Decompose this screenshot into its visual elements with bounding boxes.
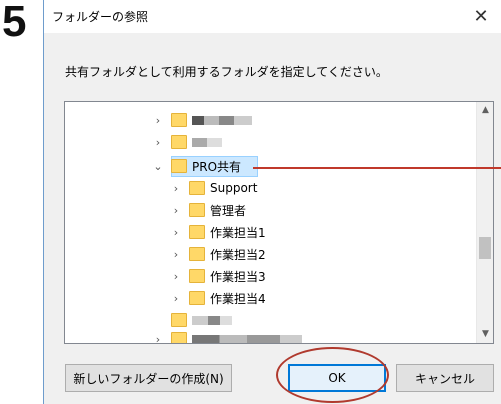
tree-item-label: 作業担当4 (210, 291, 266, 306)
chevron-right-icon[interactable]: › (169, 182, 183, 195)
chevron-right-icon[interactable]: › (169, 226, 183, 239)
chevron-right-icon[interactable]: › (151, 114, 165, 127)
annotation-highlight-circle (276, 347, 389, 403)
tree-item-label: 作業担当1 (210, 225, 266, 240)
tree-item-label: 作業担当2 (210, 247, 266, 262)
tree-item[interactable]: › Support (169, 177, 257, 199)
chevron-right-icon[interactable]: › (169, 248, 183, 261)
folder-icon (189, 181, 205, 195)
blurred-label (192, 315, 232, 325)
folder-icon (189, 225, 205, 239)
tree-item[interactable]: › 管理者 (169, 199, 246, 221)
tree-item-label: PRO共有 (192, 159, 242, 174)
tree-item[interactable]: › (151, 131, 222, 153)
folder-icon (189, 269, 205, 283)
instruction-text: 共有フォルダとして利用するフォルダを指定してください。 (65, 65, 388, 79)
chevron-right-icon[interactable]: › (169, 292, 183, 305)
folder-tree[interactable]: › › ⌄ PRO共有 › Support › 管理者 › 作業担当1 › 作業… (64, 101, 494, 344)
folder-icon (171, 332, 187, 343)
folder-icon (171, 113, 187, 127)
folder-icon (189, 247, 205, 261)
tree-item[interactable]: › (151, 109, 252, 131)
annotation-pointer-line (253, 167, 501, 169)
tree-item[interactable]: › 作業担当1 (169, 221, 266, 243)
tree-item-selected[interactable]: ⌄ PRO共有 (151, 155, 241, 177)
tree-item-label: 管理者 (210, 203, 247, 218)
folder-icon (189, 291, 205, 305)
scroll-up-icon[interactable]: ▲ (477, 102, 493, 119)
blurred-label (192, 334, 302, 343)
tree-item[interactable]: › 作業担当4 (169, 287, 266, 309)
folder-icon (189, 203, 205, 217)
tree-item[interactable]: › (151, 328, 302, 344)
chevron-right-icon[interactable]: › (169, 270, 183, 283)
blurred-label (192, 137, 222, 147)
chevron-right-icon[interactable]: › (151, 333, 165, 344)
new-folder-button[interactable]: 新しいフォルダーの作成(N) (65, 364, 232, 392)
scroll-down-icon[interactable]: ▼ (477, 326, 493, 343)
folder-icon (171, 313, 187, 327)
close-button[interactable]: ✕ (461, 0, 501, 33)
chevron-right-icon[interactable]: › (169, 204, 183, 217)
dialog-title: フォルダーの参照 (52, 10, 149, 24)
blurred-label (192, 115, 252, 125)
step-number: 5 (2, 0, 27, 46)
tree-item[interactable]: › 作業担当2 (169, 243, 266, 265)
cancel-button[interactable]: キャンセル (396, 364, 494, 392)
scroll-thumb[interactable] (479, 237, 491, 259)
title-bar: フォルダーの参照 ✕ (44, 0, 501, 33)
tree-item-label: Support (210, 181, 258, 195)
vertical-scrollbar[interactable]: ▲ ▼ (476, 102, 493, 343)
close-icon: ✕ (473, 6, 489, 27)
folder-icon (171, 159, 187, 173)
folder-browse-dialog: フォルダーの参照 ✕ 共有フォルダとして利用するフォルダを指定してください。 ›… (43, 0, 501, 404)
folder-icon (171, 135, 187, 149)
chevron-down-icon[interactable]: ⌄ (151, 160, 165, 173)
chevron-right-icon[interactable]: › (151, 136, 165, 149)
tree-item-label: 作業担当3 (210, 269, 266, 284)
tree-item[interactable]: › 作業担当3 (169, 265, 266, 287)
